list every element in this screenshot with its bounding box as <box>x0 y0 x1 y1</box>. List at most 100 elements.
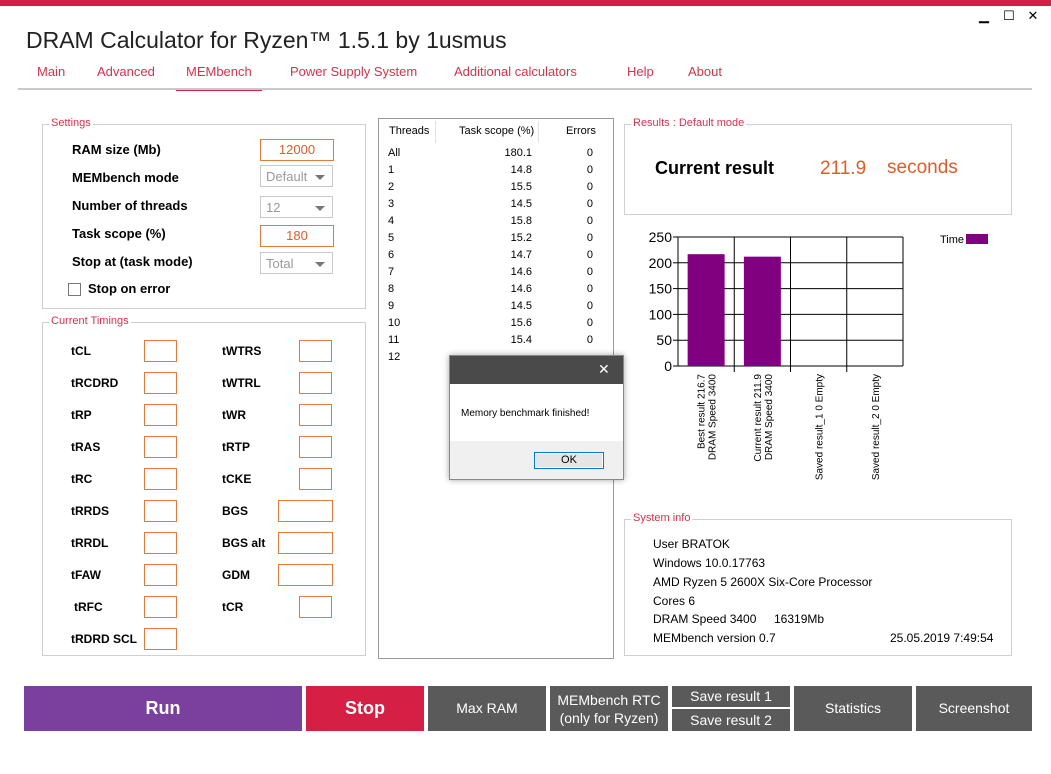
close-icon[interactable]: ✕ <box>1023 8 1043 24</box>
tab-about[interactable]: About <box>688 64 722 89</box>
tab-help[interactable]: Help <box>627 64 654 89</box>
thread-row-4-col-0: 4 <box>388 215 395 227</box>
thread-row-11-col-2: 0 <box>586 334 593 346</box>
timing-field-tcke[interactable] <box>299 468 332 490</box>
screenshot-button[interactable]: Screenshot <box>916 686 1032 731</box>
sysinfo-datetime: 25.05.2019 7:49:54 <box>890 631 994 645</box>
sysinfo-cores: Cores 6 <box>653 594 696 608</box>
tab-additional-calculators[interactable]: Additional calculators <box>454 64 577 89</box>
sysinfo-dram-speed: DRAM Speed 3400 <box>653 612 757 626</box>
stop-at-select[interactable]: Total <box>260 252 333 274</box>
timing-label-trrdl: tRRDL <box>71 536 109 550</box>
dialog-message: Memory benchmark finished! <box>461 408 590 419</box>
thread-row-9-col-0: 9 <box>388 300 395 312</box>
sysinfo-cpu: AMD Ryzen 5 2600X Six-Core Processor <box>653 575 873 589</box>
threads-value: 12 <box>266 200 281 215</box>
timing-field-gdm[interactable] <box>278 564 333 586</box>
timing-field-tcr[interactable] <box>299 596 332 618</box>
timing-field-tras[interactable] <box>144 436 177 458</box>
timing-field-trrdl[interactable] <box>144 532 177 554</box>
results-chart: 250200150100500Best result 216.7 DRAM Spe… <box>649 229 988 480</box>
thread-row-0-col-0: All <box>388 147 401 159</box>
tab-underline <box>18 88 1032 90</box>
timing-field-twtrs[interactable] <box>299 340 332 362</box>
thread-row-0-col-1: 180.1 <box>504 147 532 159</box>
thread-row-0-col-2: 0 <box>586 147 593 159</box>
timing-field-trcdrd[interactable] <box>144 372 177 394</box>
membench-rtc-line2: (only for Ryzen) <box>559 710 659 726</box>
timing-field-trtp[interactable] <box>299 436 332 458</box>
thread-row-6-col-2: 0 <box>586 249 593 261</box>
timing-field-trrds[interactable] <box>144 500 177 522</box>
thread-row-7-col-1: 14.6 <box>510 266 532 278</box>
results-legend: Results : Default mode <box>631 117 747 129</box>
timing-label-tcke: tCKE <box>222 472 252 486</box>
y-tick-label: 50 <box>656 332 672 348</box>
column-header-task-scope[interactable]: Task scope (%) <box>459 125 534 137</box>
thread-row-8-col-2: 0 <box>586 283 593 295</box>
timing-field-tcl[interactable] <box>144 340 177 362</box>
ram-size-input[interactable]: 12000 <box>260 139 334 161</box>
thread-row-11-col-1: 15.4 <box>510 334 532 346</box>
tab-advanced[interactable]: Advanced <box>97 64 155 89</box>
ram-size-label: RAM size (Mb) <box>72 142 161 157</box>
thread-row-8-col-1: 14.6 <box>510 283 532 295</box>
stop-button[interactable]: Stop <box>306 686 424 731</box>
timing-field-tfaw[interactable] <box>144 564 177 586</box>
save-result-2-button[interactable]: Save result 2 <box>672 709 790 731</box>
timing-field-bgs[interactable] <box>278 500 333 522</box>
stop-at-label: Stop at (task mode) <box>72 254 193 269</box>
tab-power-supply-system[interactable]: Power Supply System <box>290 64 417 89</box>
statistics-button[interactable]: Statistics <box>794 686 912 731</box>
thread-row-9-col-1: 14.5 <box>510 300 532 312</box>
y-tick-label: 100 <box>649 306 673 322</box>
timing-label-tfaw: tFAW <box>71 568 101 582</box>
dialog-close-icon[interactable]: ✕ <box>598 361 610 378</box>
timing-field-trp[interactable] <box>144 404 177 426</box>
thread-row-3-col-1: 14.5 <box>510 198 532 210</box>
membench-mode-select[interactable]: Default <box>260 165 333 187</box>
membench-rtc-line1: MEMbench RTC <box>557 692 661 708</box>
threads-select[interactable]: 12 <box>260 196 333 218</box>
thread-row-3-col-0: 3 <box>388 198 395 210</box>
timing-field-trfc[interactable] <box>144 596 177 618</box>
settings-legend: Settings <box>49 117 93 129</box>
timing-field-trc[interactable] <box>144 468 177 490</box>
thread-row-6-col-0: 6 <box>388 249 395 261</box>
x-tick-label: Current result 211.9 <box>753 374 764 462</box>
stop-on-error-checkbox[interactable] <box>68 283 81 296</box>
tab-membench[interactable]: MEMbench <box>176 64 262 91</box>
benchmark-finished-dialog: ✕ Memory benchmark finished! OK <box>449 355 624 480</box>
column-header-threads[interactable]: Threads <box>389 125 429 137</box>
task-scope-input[interactable]: 180 <box>260 225 334 247</box>
x-tick-label: Best result 216.7 <box>697 374 708 449</box>
timing-field-twr[interactable] <box>299 404 332 426</box>
save-result-1-button[interactable]: Save result 1 <box>672 686 790 707</box>
timing-field-bgs-alt[interactable] <box>278 532 333 554</box>
legend-swatch <box>966 234 988 244</box>
timing-label-twtrs: tWTRS <box>222 344 262 358</box>
y-tick-label: 250 <box>649 229 673 245</box>
column-header-errors[interactable]: Errors <box>566 125 596 137</box>
timing-field-twtrl[interactable] <box>299 372 332 394</box>
timing-label-tcl: tCL <box>71 344 91 358</box>
thread-row-6-col-1: 14.7 <box>510 249 532 261</box>
run-button[interactable]: Run <box>24 686 302 731</box>
timing-label-bgs: BGS <box>222 504 249 518</box>
membench-rtc-button[interactable]: MEMbench RTC (only for Ryzen) <box>550 686 668 731</box>
thread-row-12-col-0: 12 <box>388 351 401 363</box>
maximize-icon[interactable]: ☐ <box>999 8 1019 24</box>
thread-row-4-col-2: 0 <box>586 215 593 227</box>
minimize-icon[interactable]: ▁ <box>974 8 994 24</box>
y-tick-label: 150 <box>649 281 673 297</box>
chevron-down-icon <box>315 262 325 267</box>
dialog-ok-button[interactable]: OK <box>534 452 604 469</box>
max-ram-button[interactable]: Max RAM <box>428 686 546 731</box>
chevron-down-icon <box>315 175 325 180</box>
tab-main[interactable]: Main <box>37 64 65 89</box>
current-result-unit: seconds <box>887 157 958 178</box>
timing-field-trdrd-scl[interactable] <box>144 628 177 650</box>
timing-label-trp: tRP <box>71 408 92 422</box>
timing-label-trc: tRC <box>71 472 93 486</box>
thread-row-1-col-2: 0 <box>586 164 593 176</box>
